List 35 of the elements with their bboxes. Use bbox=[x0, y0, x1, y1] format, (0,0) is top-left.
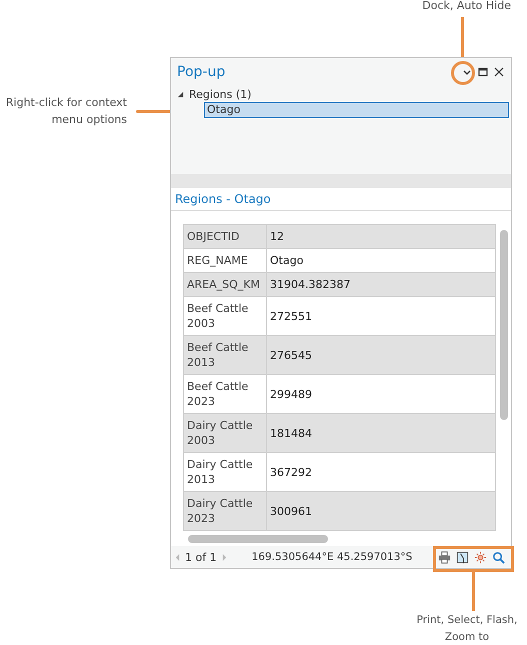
printer-icon[interactable] bbox=[438, 550, 451, 564]
field-value-cell: 299489 bbox=[266, 374, 496, 414]
expand-toggle-icon[interactable] bbox=[177, 90, 184, 98]
leader-line bbox=[472, 569, 475, 611]
tree-item[interactable]: Regions (1) bbox=[189, 88, 252, 100]
search-icon[interactable] bbox=[492, 550, 505, 564]
field-value-cell: 272551 bbox=[266, 296, 496, 336]
field-name-cell: Dairy Cattle 2013 bbox=[184, 452, 266, 492]
field-name-cell: Beef Cattle 2013 bbox=[184, 336, 266, 374]
field-name-cell: Beef Cattle 2003 bbox=[184, 296, 266, 336]
tree-item[interactable]: Otago bbox=[204, 102, 509, 118]
field-value-cell: 300961 bbox=[266, 492, 496, 530]
field-value-cell: 12 bbox=[266, 224, 496, 248]
field-value-cell: Otago bbox=[266, 248, 496, 272]
field-name-cell: REG_NAME bbox=[184, 248, 266, 272]
flash-icon[interactable] bbox=[474, 550, 487, 564]
field-value-cell: 367292 bbox=[266, 452, 496, 492]
maximize-icon[interactable] bbox=[477, 66, 489, 78]
field-name-cell: AREA_SQ_KM bbox=[184, 272, 266, 296]
callout-text: Right-click for context menu options bbox=[4, 95, 127, 128]
feature-title: Regions - Otago bbox=[171, 188, 511, 211]
callout-text: Print, Select, Flash, Zoom to bbox=[416, 613, 518, 645]
close-icon[interactable] bbox=[493, 66, 505, 78]
field-value-cell: 31904.382387 bbox=[266, 272, 496, 296]
pane-title: Pop-up bbox=[177, 64, 226, 80]
field-value-cell: 276545 bbox=[266, 336, 496, 374]
field-value-cell: 181484 bbox=[266, 414, 496, 452]
field-name-cell: OBJECTID bbox=[184, 224, 266, 248]
field-name-cell: Dairy Cattle 2003 bbox=[184, 414, 266, 452]
field-name-cell: Beef Cattle 2023 bbox=[184, 374, 266, 414]
select-icon[interactable] bbox=[456, 550, 469, 564]
page-indicator: 1 of 1 bbox=[185, 550, 217, 564]
callout-text: Dock, Auto Hide bbox=[422, 0, 511, 14]
field-name-cell: Dairy Cattle 2023 bbox=[184, 492, 266, 530]
coordinates-text: 169.5305644°E 45.2597013°S bbox=[252, 551, 414, 563]
